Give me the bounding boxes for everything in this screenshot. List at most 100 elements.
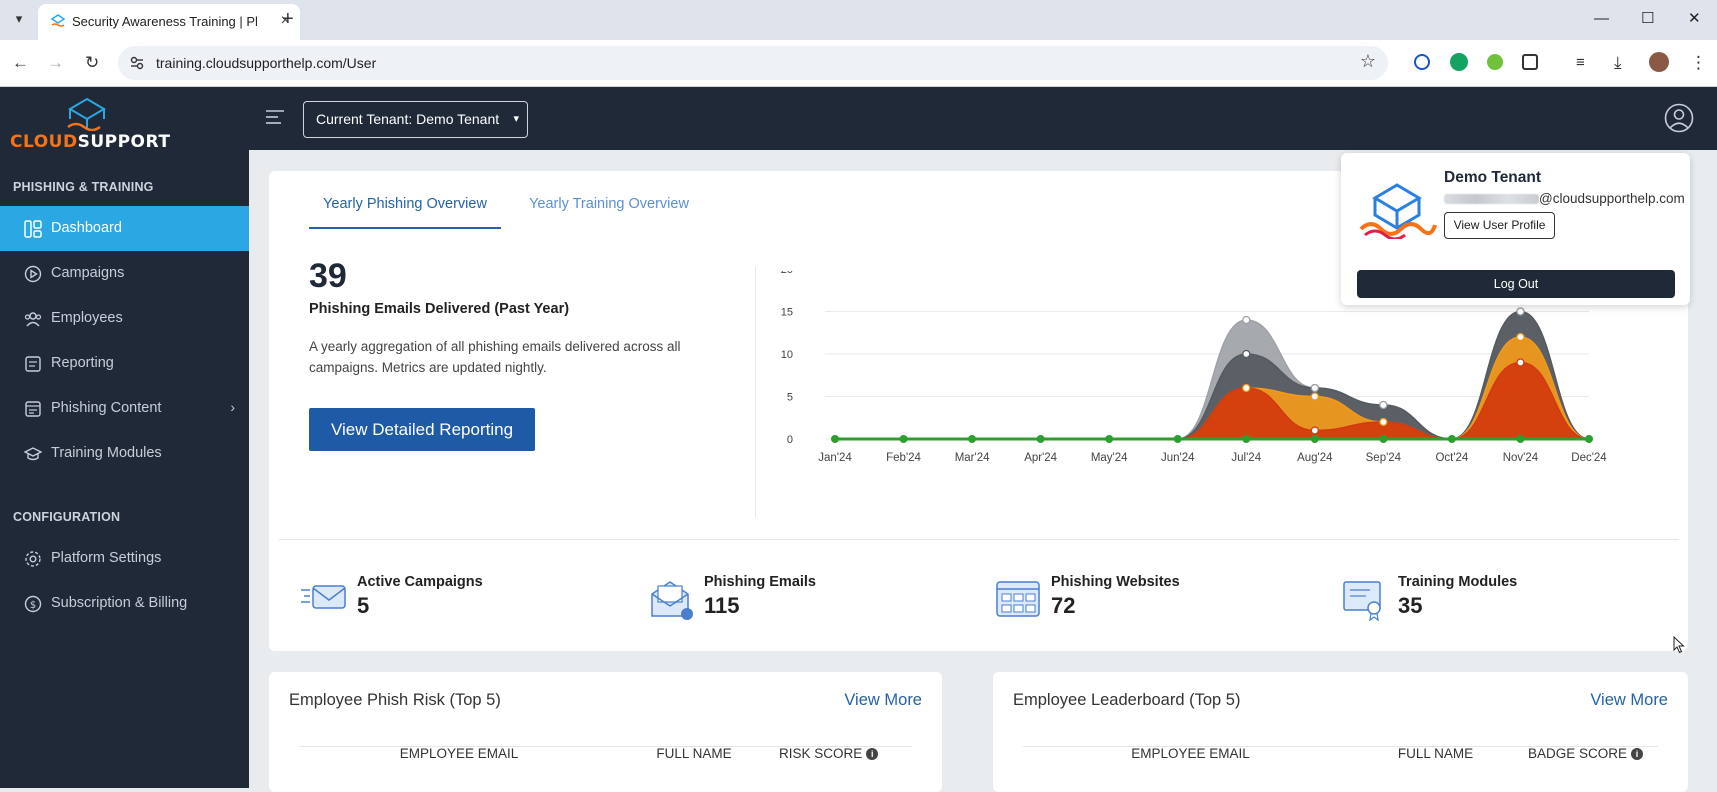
data-point [1242, 383, 1251, 393]
media-control-icon[interactable]: ≡ [1576, 52, 1585, 74]
tenant-select-value: Current Tenant: Demo Tenant [316, 111, 500, 127]
new-tab-button[interactable]: + [282, 8, 294, 30]
sidebar-item-platform-settings[interactable]: Platform Settings [0, 536, 249, 581]
tenant-select[interactable]: Current Tenant: Demo Tenant ▾ [303, 101, 528, 138]
column-employee-email[interactable]: EMPLOYEE EMAIL [299, 746, 619, 761]
browser-menu-icon[interactable]: ⋮ [1690, 52, 1707, 74]
data-point [1036, 435, 1045, 443]
y-tick-label: 0 [787, 434, 793, 446]
panel-title: Employee Leaderboard (Top 5) [1013, 691, 1241, 709]
stat-label: Phishing Websites [1051, 574, 1180, 590]
data-point [1310, 435, 1319, 443]
stat-active-campaigns: Active Campaigns 5 [299, 571, 599, 631]
sidebar-item-label: Campaigns [51, 265, 125, 281]
divider [755, 267, 756, 517]
extensions-puzzle-icon[interactable] [1522, 54, 1538, 70]
stat-label: Active Campaigns [357, 574, 483, 590]
extension-grammarly-icon[interactable] [1450, 53, 1468, 71]
column-full-name[interactable]: FULL NAME [1358, 746, 1513, 761]
extension-bug-icon[interactable] [1487, 54, 1503, 70]
user-account-icon[interactable] [1664, 103, 1694, 133]
view-detailed-reporting-button[interactable]: View Detailed Reporting [309, 408, 535, 451]
tab-title: Security Awareness Training | Pl [72, 14, 258, 29]
data-point [1310, 383, 1319, 393]
view-user-profile-button[interactable]: View User Profile [1444, 212, 1555, 239]
mouse-cursor-icon [1673, 636, 1685, 654]
close-window-icon[interactable]: ✕ [1688, 8, 1701, 30]
column-full-name[interactable]: FULL NAME [619, 746, 769, 761]
sidebar-item-label: Subscription & Billing [51, 595, 188, 611]
chevron-down-icon: ▾ [513, 113, 519, 125]
dollar-icon: $ [24, 595, 42, 613]
profile-avatar[interactable] [1649, 52, 1669, 72]
sidebar-item-label: Employees [51, 310, 123, 326]
download-icon[interactable]: ⤓ [1614, 52, 1622, 74]
x-tick-label: Jun'24 [1161, 452, 1195, 464]
content-icon [25, 401, 41, 417]
data-point [1516, 435, 1525, 443]
logo[interactable]: CLOUDSUPPORT [10, 97, 170, 153]
view-more-link[interactable]: View More [1590, 691, 1668, 710]
forward-icon[interactable]: → [47, 52, 64, 74]
data-point [899, 435, 908, 443]
data-point [1242, 435, 1251, 443]
stat-value: 72 [1051, 593, 1076, 618]
bookmark-star-icon[interactable]: ☆ [1360, 51, 1376, 72]
back-icon[interactable]: ← [12, 52, 29, 74]
tenant-logo [1359, 183, 1437, 239]
menu-toggle-icon[interactable] [265, 109, 285, 125]
phishing-count-label: Phishing Emails Delivered (Past Year) [309, 301, 570, 317]
extension-password-icon[interactable] [1414, 54, 1430, 70]
column-risk-score[interactable]: RISK SCORE i [779, 746, 879, 761]
minimize-icon[interactable]: — [1594, 8, 1609, 30]
address-bar[interactable]: training.cloudsupporthelp.com/User ☆ [118, 46, 1388, 80]
stat-phishing-emails: Phishing Emails 115 [646, 571, 946, 631]
stat-label: Training Modules [1398, 574, 1518, 590]
data-point [831, 435, 839, 443]
x-tick-label: Oct'24 [1435, 452, 1468, 464]
sidebar-item-phishing-content[interactable]: Phishing Content › [0, 386, 249, 431]
tab-yearly-training[interactable]: Yearly Training Overview [519, 193, 699, 229]
table-header: EMPLOYEE EMAIL FULL NAME RISK SCORE i [299, 746, 912, 782]
sidebar-item-label: Reporting [51, 355, 114, 371]
stat-value: 115 [704, 593, 740, 618]
data-point [968, 435, 977, 443]
website-icon [996, 581, 1040, 617]
stat-phishing-websites: Phishing Websites 72 [993, 571, 1293, 631]
divider [279, 539, 1679, 540]
sidebar-item-dashboard[interactable]: Dashboard [0, 206, 249, 251]
x-tick-label: Jan'24 [818, 452, 852, 464]
data-point [1105, 435, 1114, 443]
y-tick-label: 20 [781, 271, 793, 276]
stat-value: 35 [1398, 593, 1423, 618]
sidebar-item-training-modules[interactable]: Training Modules [0, 431, 249, 476]
sidebar-item-subscription-billing[interactable]: $ Subscription & Billing [0, 581, 249, 626]
column-employee-email[interactable]: EMPLOYEE EMAIL [1023, 746, 1358, 761]
logout-button[interactable]: Log Out [1357, 270, 1675, 298]
email-open-icon [651, 581, 693, 620]
info-icon[interactable]: i [1631, 748, 1644, 760]
phishing-area-chart: 0 5 10 15 20 Jan'24 Feb'24 Mar'24 Apr'24 May'24 Ju… [781, 271, 1608, 464]
info-icon[interactable]: i [866, 748, 879, 760]
sidebar-item-reporting[interactable]: Reporting [0, 341, 249, 386]
site-info-icon[interactable] [128, 54, 146, 72]
browser-tab[interactable]: Security Awareness Training | Pl × [38, 4, 300, 40]
data-point [1379, 400, 1388, 410]
data-point [1173, 435, 1182, 443]
stat-training-modules: Training Modules 35 [1340, 571, 1640, 631]
stat-value: 5 [357, 593, 370, 618]
sidebar-item-campaigns[interactable]: Campaigns [0, 251, 249, 296]
browser-toolbar: ← → ↻ training.cloudsupporthelp.com/User… [0, 40, 1717, 87]
data-point [1379, 435, 1388, 443]
reload-icon[interactable]: ↻ [85, 52, 99, 74]
data-point [1242, 315, 1251, 325]
maximize-icon[interactable]: ☐ [1641, 8, 1654, 30]
sidebar-item-employees[interactable]: Employees [0, 296, 249, 341]
view-more-link[interactable]: View More [844, 691, 922, 710]
sidebar-item-label: Platform Settings [51, 550, 162, 566]
y-tick-label: 15 [781, 307, 793, 319]
data-point [1379, 417, 1388, 427]
tab-yearly-phishing[interactable]: Yearly Phishing Overview [309, 193, 501, 229]
column-badge-score[interactable]: BADGE SCORE i [1528, 746, 1644, 761]
tab-search-button[interactable]: ▾ [8, 8, 30, 30]
